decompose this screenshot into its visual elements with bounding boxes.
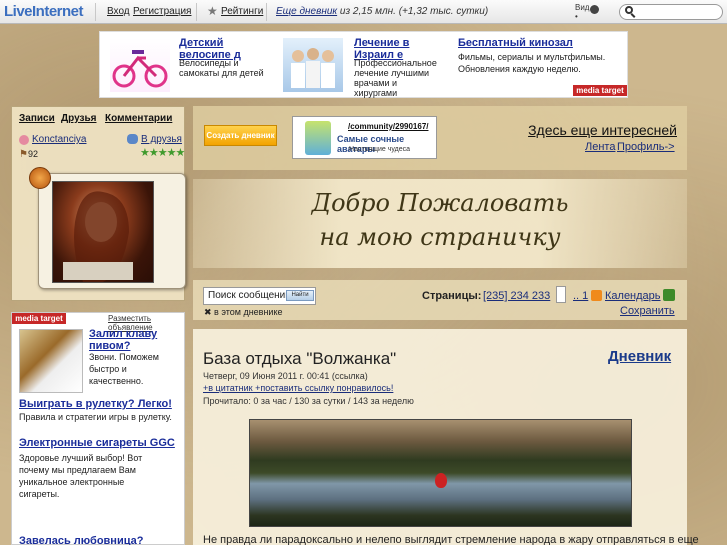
calendar-link[interactable]: Календарь [605, 290, 661, 302]
top-ad-strip: Детский велосипе д Велосипеды и самокаты… [99, 31, 628, 98]
liveinternet-logo[interactable]: LiveInternet [4, 3, 96, 21]
moon-icon[interactable] [590, 5, 599, 14]
media-target-badge[interactable]: media target [12, 313, 66, 324]
rank-value: 92 [28, 149, 39, 159]
ad-text-roulette: Правила и стратегии игры в рулетку. [19, 412, 172, 422]
community-promo[interactable]: /community/2990167/ Самые сочные аватары… [292, 116, 437, 159]
main-header-panel: Создать дневник /community/2990167/ Самы… [193, 106, 687, 170]
view-label-text: Вид [575, 3, 590, 12]
ad-title-cigarettes[interactable]: Электронные сигареты GGC [19, 437, 175, 449]
ad-text-cinema: Фильмы, сериалы и мультфильмы. Обновлени… [458, 52, 606, 74]
ad-text-cigarettes: Здоровье лучший выбор! Вот почему мы пре… [19, 453, 143, 499]
welcome-banner: Добро Пожаловать на мою страничку [193, 179, 687, 268]
ad-text-israel: Профессиональное лечение лучшими врачами… [354, 58, 437, 98]
rating-stars: ★★★★★ [140, 147, 185, 159]
another-diary-link[interactable]: Еще дневник [276, 6, 337, 17]
left-ad-panel: media target Разместить объявление Залил… [11, 312, 185, 545]
nav-posts[interactable]: Записи [19, 113, 55, 124]
add-to-friends-link[interactable]: В друзья [141, 134, 182, 145]
star-icon: ★ [207, 4, 218, 18]
lake-photo[interactable] [249, 419, 632, 527]
separator [196, 3, 197, 21]
view-toggle-label: Вид • [575, 3, 589, 21]
community-logo-icon [305, 121, 331, 155]
add-friend-icon [127, 134, 138, 144]
doctors-icon [291, 48, 335, 88]
ad-title-roulette[interactable]: Выиграть в рулетку? Легко! [19, 398, 172, 410]
diary-search-row: Поиск сообщений Найти ✖ в этом дневнике … [193, 280, 687, 320]
rank-icon: ⚑ [19, 149, 28, 160]
diary-link[interactable]: Дневник [608, 348, 671, 365]
page-number-input[interactable] [556, 286, 566, 303]
login-link[interactable]: Вход [107, 6, 130, 17]
more-interesting-link[interactable]: Здесь еще интересней [528, 122, 677, 138]
stats-line: Еще дневник из 2,15 млн. (+1,32 тыс. сут… [276, 6, 488, 17]
stats-text: из 2,15 млн. (+1,32 тыс. сутки) [337, 6, 489, 17]
search-input[interactable] [619, 4, 723, 20]
user-icon [19, 135, 29, 145]
ad-title-lover[interactable]: Завелась любовница? [19, 535, 143, 545]
bicycle-icon [112, 50, 168, 88]
rss-icon[interactable] [591, 290, 602, 301]
username-link[interactable]: Konctanciya [32, 134, 86, 145]
page-last-link[interactable]: .. 1 [573, 290, 588, 302]
badge-icon [29, 167, 51, 189]
save-link[interactable]: Сохранить [620, 305, 675, 317]
page-links[interactable]: [235] 234 233 [483, 290, 550, 302]
ad-text-bicycle: Велосипеды и самокаты для детей [179, 58, 264, 78]
post-body-text: Не правда ли парадоксально и нелепо выгл… [203, 534, 699, 545]
pages-label: Страницы: [422, 290, 482, 302]
post-read-stats: Прочитало: 0 за час / 130 за сутки / 143… [203, 396, 414, 406]
banner-line-2: на мою страничку [319, 223, 561, 251]
profile-link[interactable]: Профиль-> [617, 141, 675, 153]
in-diary-checkbox[interactable]: ✖ в этом дневнике [204, 307, 283, 318]
post-date: Четверг, 09 Июня 2011 г. 00:41 (ссылка) [203, 371, 368, 381]
nav-friends[interactable]: Друзья [61, 113, 96, 124]
in-diary-label: в этом дневнике [214, 307, 283, 317]
top-navigation-bar: LiveInternet Вход Регистрация ★ Рейтинги… [0, 0, 727, 24]
beer-laptop-image[interactable] [19, 329, 83, 393]
ad-title-keyboard[interactable]: Залил клаву пивом? [89, 328, 183, 352]
calendar-icon[interactable] [663, 289, 675, 301]
ratings-link[interactable]: Рейтинги [221, 6, 263, 17]
profile-panel: Записи Друзья Комментарии Konctanciya В … [11, 106, 186, 301]
separator [266, 3, 267, 21]
community-subtitle: Настоящие чудеса [349, 146, 411, 153]
blog-post: База отдыха "Волжанка" Дневник Четверг, … [193, 329, 699, 545]
ad-text-keyboard: Звони. Поможем быстро и качественно. [89, 352, 159, 386]
media-target-badge[interactable]: media target [573, 85, 627, 96]
create-diary-button[interactable]: Создать дневник [204, 125, 277, 146]
doctors-image[interactable] [283, 38, 343, 92]
post-actions[interactable]: +в цитатник +поставить ссылку понравилос… [203, 383, 393, 393]
register-link[interactable]: Регистрация [133, 6, 191, 17]
post-title: База отдыха "Волжанка" [203, 349, 397, 368]
bicycle-image[interactable] [110, 38, 170, 92]
avatar[interactable] [52, 181, 154, 283]
ad-title-cinema[interactable]: Бесплатный кинозал [458, 37, 573, 49]
nav-comments[interactable]: Комментарии [105, 113, 172, 124]
avatar-frame [38, 173, 186, 289]
feed-link[interactable]: Лента [585, 141, 615, 153]
balloon-image [435, 473, 447, 488]
avatar-picture [63, 191, 133, 282]
banner-line-1: Добро Пожаловать [311, 189, 569, 217]
find-button[interactable]: Найти [286, 290, 314, 301]
view-label-dot: • [575, 12, 578, 21]
community-link[interactable]: /community/2990167/ [348, 122, 428, 131]
